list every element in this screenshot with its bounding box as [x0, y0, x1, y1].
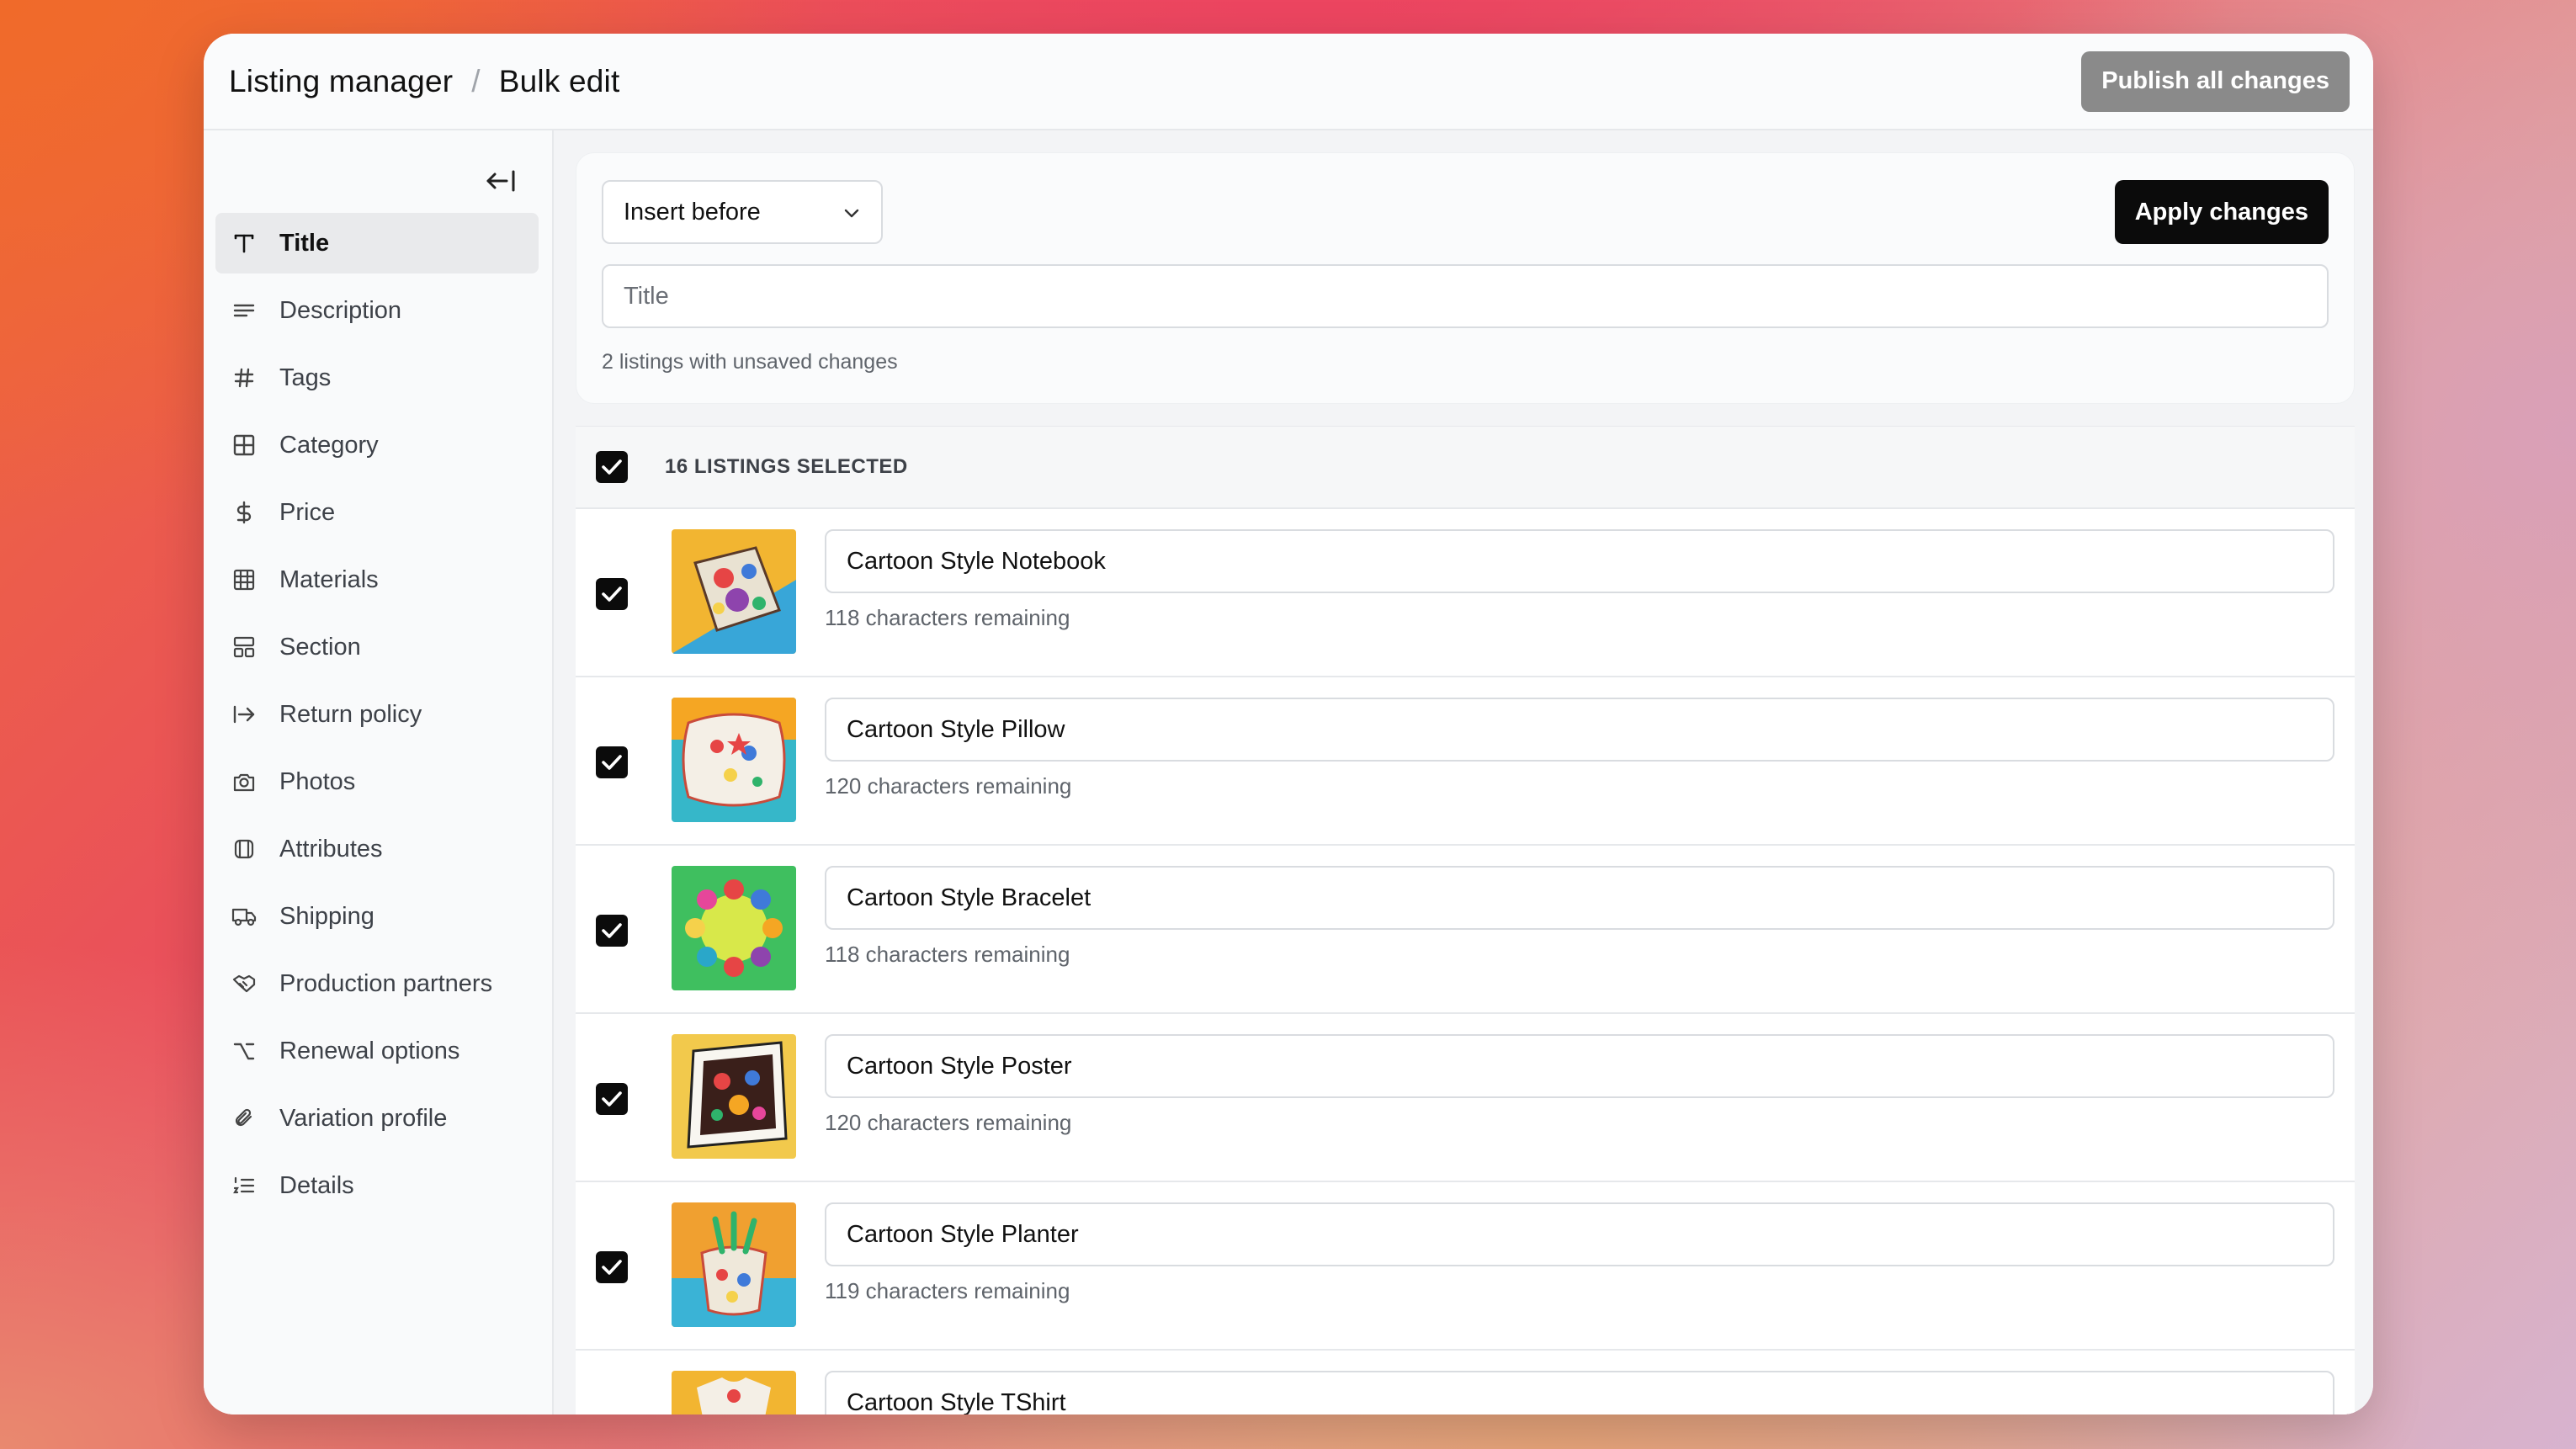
- hash-icon: [231, 364, 258, 391]
- publish-all-button[interactable]: Publish all changes: [2081, 50, 2350, 112]
- table-row: Cartoon Style Poster 120 characters rema…: [576, 1014, 2355, 1182]
- sidebar-item-label: Renewal options: [279, 1037, 460, 1064]
- table-row: Cartoon Style Planter 119 characters rem…: [576, 1182, 2355, 1351]
- cube-icon: [231, 836, 258, 862]
- paperclip-icon: [231, 1105, 258, 1132]
- breadcrumb: Listing manager / Bulk edit: [229, 64, 619, 99]
- table-row: Cartoon Style Notebook 118 characters re…: [576, 509, 2355, 677]
- sidebar-item-return-policy[interactable]: Return policy: [215, 684, 539, 745]
- chevron-down-icon: [842, 199, 861, 226]
- app-window: Listing manager / Bulk edit Publish all …: [204, 34, 2373, 1414]
- row-checkbox[interactable]: [596, 1251, 628, 1283]
- option-icon: [231, 1038, 258, 1064]
- listing-title-input[interactable]: Cartoon Style TShirt: [825, 1371, 2334, 1414]
- listing-thumbnail[interactable]: [672, 1202, 796, 1327]
- sidebar-item-label: Description: [279, 296, 402, 324]
- listing-thumbnail[interactable]: [672, 1034, 796, 1159]
- unsaved-changes-text: 2 listings with unsaved changes: [602, 350, 898, 374]
- camera-icon: [231, 768, 258, 795]
- row-checkbox[interactable]: [596, 746, 628, 778]
- handshake-icon: [231, 970, 258, 997]
- sidebar-item-category[interactable]: Category: [215, 415, 539, 475]
- sidebar-item-photos[interactable]: Photos: [215, 751, 539, 812]
- breadcrumb-root[interactable]: Listing manager: [229, 64, 453, 99]
- sidebar-item-price[interactable]: Price: [215, 482, 539, 543]
- row-checkbox[interactable]: [596, 915, 628, 947]
- sidebar-item-label: Variation profile: [279, 1104, 448, 1132]
- listing-thumbnail[interactable]: [672, 866, 796, 990]
- sidebar-item-section[interactable]: Section: [215, 617, 539, 677]
- sidebar-item-label: Details: [279, 1171, 354, 1199]
- listings-header: 16 LISTINGS SELECTED: [576, 427, 2355, 509]
- selected-count: 16 LISTINGS SELECTED: [665, 455, 908, 478]
- sidebar-item-materials[interactable]: Materials: [215, 549, 539, 610]
- sidebar-item-attributes[interactable]: Attributes: [215, 819, 539, 879]
- type-icon: [231, 230, 258, 257]
- sidebar: Title Description Tags Category Price Ma…: [204, 130, 554, 1414]
- sidebar-item-label: Section: [279, 633, 361, 661]
- sidebar-item-description[interactable]: Description: [215, 280, 539, 341]
- sidebar-item-label: Title: [279, 229, 330, 257]
- listing-thumbnail[interactable]: [672, 698, 796, 822]
- listing-thumbnail[interactable]: [672, 1371, 796, 1414]
- sidebar-item-label: Materials: [279, 565, 379, 593]
- row-checkbox[interactable]: [596, 1083, 628, 1115]
- sidebar-item-label: Category: [279, 431, 379, 459]
- table-row: Cartoon Style Bracelet 118 characters re…: [576, 846, 2355, 1014]
- edit-mode-value: Insert before: [624, 198, 761, 226]
- sidebar-item-details[interactable]: Details: [215, 1155, 539, 1216]
- table-icon: [231, 566, 258, 593]
- list-ordered-icon: [231, 1172, 258, 1199]
- listing-title-input[interactable]: Cartoon Style Poster: [825, 1034, 2334, 1098]
- table-row: Cartoon Style TShirt: [576, 1351, 2355, 1414]
- characters-remaining: 120 characters remaining: [825, 1110, 1072, 1135]
- breadcrumb-current: Bulk edit: [498, 63, 620, 98]
- select-all-checkbox[interactable]: [596, 451, 628, 483]
- sidebar-item-title[interactable]: Title: [215, 213, 539, 273]
- grid-icon: [231, 432, 258, 459]
- sidebar-item-renewal-options[interactable]: Renewal options: [215, 1021, 539, 1081]
- edit-mode-select[interactable]: Insert before: [602, 180, 883, 244]
- sidebar-item-label: Photos: [279, 767, 356, 795]
- sidebar-item-variation-profile[interactable]: Variation profile: [215, 1088, 539, 1149]
- collapse-sidebar-icon[interactable]: [485, 168, 517, 198]
- sidebar-item-label: Attributes: [279, 835, 383, 862]
- title-input[interactable]: [602, 264, 2329, 328]
- sidebar-item-label: Return policy: [279, 700, 422, 728]
- arrow-right-bar-icon: [231, 701, 258, 728]
- listing-title-input[interactable]: Cartoon Style Pillow: [825, 698, 2334, 762]
- breadcrumb-separator: /: [471, 63, 481, 98]
- sidebar-item-label: Tags: [279, 364, 332, 391]
- listing-title-input[interactable]: Cartoon Style Bracelet: [825, 866, 2334, 930]
- listings-list: 16 LISTINGS SELECTED Cartoon Style Noteb…: [576, 426, 2355, 1414]
- align-left-icon: [231, 297, 258, 324]
- table-row: Cartoon Style Pillow 120 characters rema…: [576, 677, 2355, 846]
- listing-title-input[interactable]: Cartoon Style Planter: [825, 1202, 2334, 1266]
- characters-remaining: 118 characters remaining: [825, 605, 1070, 630]
- row-checkbox[interactable]: [596, 578, 628, 610]
- apply-changes-button[interactable]: Apply changes: [2114, 180, 2329, 244]
- dollar-icon: [231, 499, 258, 526]
- listing-thumbnail[interactable]: [672, 529, 796, 654]
- sidebar-item-label: Price: [279, 498, 336, 526]
- truck-icon: [231, 903, 258, 930]
- characters-remaining: 118 characters remaining: [825, 942, 1070, 967]
- sidebar-item-label: Production partners: [279, 969, 493, 997]
- header: Listing manager / Bulk edit Publish all …: [204, 34, 2373, 130]
- sidebar-item-production-partners[interactable]: Production partners: [215, 953, 539, 1014]
- sidebar-item-tags[interactable]: Tags: [215, 348, 539, 408]
- characters-remaining: 119 characters remaining: [825, 1278, 1070, 1303]
- bulk-editor-panel: Insert before Apply changes 2 listings w…: [576, 152, 2355, 404]
- characters-remaining: 120 characters remaining: [825, 773, 1072, 799]
- sidebar-item-label: Shipping: [279, 902, 374, 930]
- layout-icon: [231, 634, 258, 661]
- main-content: Insert before Apply changes 2 listings w…: [554, 130, 2373, 1414]
- sidebar-item-shipping[interactable]: Shipping: [215, 886, 539, 947]
- listing-title-input[interactable]: Cartoon Style Notebook: [825, 529, 2334, 593]
